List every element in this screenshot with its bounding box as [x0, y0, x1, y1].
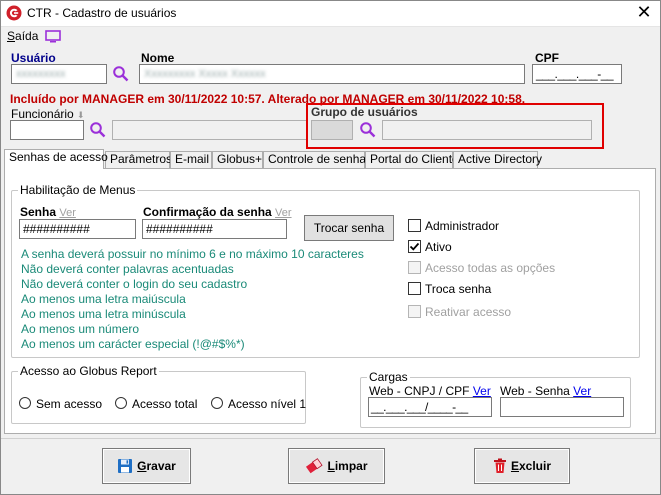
grupo-description-field [382, 120, 592, 140]
web-senha-ver-link[interactable]: Ver [573, 384, 591, 398]
acesso-todas-opcoes-label: Acesso todas as opções [425, 261, 556, 275]
window-title: CTR - Cadastro de usuários [27, 6, 177, 20]
trash-icon [493, 458, 506, 473]
cnpj-ver-link[interactable]: Ver [473, 384, 491, 398]
ativo-checkbox[interactable] [408, 240, 421, 253]
sem-acesso-label: Sem acesso [36, 397, 103, 411]
confirmacao-label: Confirmação da senha [143, 205, 272, 219]
senha-label-row: Senha Ver [20, 205, 76, 219]
nome-value: Xxxxxxxxx Xxxxx Xxxxxx [144, 68, 266, 80]
close-window-button[interactable]: ✕ [630, 1, 658, 25]
funcionario-label-text: Funcionário [11, 107, 74, 121]
senha-field[interactable]: ########## [19, 219, 136, 239]
eraser-icon [306, 458, 324, 474]
limpar-rest: impar [334, 459, 368, 473]
web-senha-label: Web - Senha [500, 384, 570, 398]
menu-saida-mnemonic: S [7, 29, 16, 43]
administrador-label: Administrador [425, 219, 500, 233]
requirement-item: Não deverá conter palavras acentuadas [21, 262, 234, 276]
senha-ver-link[interactable]: Ver [59, 207, 76, 219]
troca-senha-checkbox[interactable] [408, 282, 421, 295]
habilitacao-menus-title: Habilitação de Menus [18, 183, 138, 197]
requirement-item: A senha deverá possuir no mínimo 6 e no … [21, 247, 364, 261]
confirmacao-label-row: Confirmação da senha Ver [143, 205, 292, 219]
requirement-item: Não deverá conter o login do seu cadastr… [21, 277, 248, 291]
grupo-search-icon[interactable] [359, 121, 377, 139]
reativar-acesso-checkbox[interactable] [408, 305, 421, 318]
grupo-label: Grupo de usuários [311, 105, 418, 119]
check-icon [409, 242, 420, 251]
ativo-label: Ativo [425, 240, 452, 254]
sort-down-icon: ⬇ [77, 110, 85, 120]
nome-field[interactable]: Xxxxxxxxx Xxxxx Xxxxxx [139, 64, 525, 84]
usuario-value: xxxxxxxxx [16, 68, 66, 80]
funcionario-field[interactable] [10, 120, 84, 140]
sem-acesso-radio[interactable] [19, 397, 31, 409]
administrador-checkbox[interactable] [408, 219, 421, 232]
title-bar: CTR - Cadastro de usuários ✕ [0, 0, 661, 27]
gravar-button[interactable]: Gravar [102, 448, 191, 484]
grupo-code-field[interactable] [311, 120, 353, 140]
tab-senhas-de-acesso[interactable]: Senhas de acesso [4, 149, 108, 169]
tab-controle-de-senhas[interactable]: Controle de senhas [263, 151, 372, 168]
funcionario-search-icon[interactable] [89, 121, 107, 139]
usuario-label: Usuário [11, 51, 56, 65]
nome-label: Nome [141, 51, 175, 65]
tab-globus-plus[interactable]: Globus+ [212, 151, 263, 168]
monitor-icon[interactable] [45, 30, 61, 43]
globus-report-title: Acesso ao Globus Report [18, 364, 159, 378]
senha-label: Senha [20, 205, 57, 219]
acesso-nivel-1-label: Acesso nível 1 [228, 397, 307, 411]
confirmacao-field[interactable]: ########## [142, 219, 287, 239]
tab-parametros[interactable]: Parâmetros [105, 151, 172, 168]
troca-senha-label: Troca senha [425, 282, 492, 296]
cpf-field[interactable]: ___.___.___-__ [532, 64, 622, 84]
web-senha-field[interactable] [500, 397, 624, 417]
limpar-label: Limpar [327, 459, 367, 473]
excluir-label: Excluir [511, 459, 551, 473]
requirement-item: Ao menos uma letra minúscula [21, 307, 186, 321]
acesso-total-label: Acesso total [132, 397, 198, 411]
funcionario-description-field [112, 120, 308, 140]
cnpj-label: Web - CNPJ / CPF [369, 384, 470, 398]
reativar-acesso-label: Reativar acesso [425, 305, 512, 319]
gravar-label: Gravar [137, 459, 176, 473]
trocar-senha-button[interactable]: Trocar senha [304, 215, 394, 241]
excluir-mnemonic: E [510, 459, 519, 473]
requirement-item: Ao menos um número [21, 322, 140, 336]
cargas-title: Cargas [367, 370, 410, 384]
floppy-disk-icon [118, 459, 133, 473]
requirement-item: Ao menos uma letra maiúscula [21, 292, 186, 306]
app-logo-icon [6, 5, 22, 21]
limpar-button[interactable]: Limpar [288, 448, 385, 484]
usuario-field[interactable]: xxxxxxxxx [11, 64, 107, 84]
cnpj-field[interactable]: __.___.___/____-__ [368, 397, 492, 417]
cpf-label: CPF [535, 51, 559, 65]
cnpj-label-row: Web - CNPJ / CPF Ver [369, 384, 491, 398]
tab-active-directory[interactable]: Active Directory [453, 151, 542, 168]
web-senha-label-row: Web - Senha Ver [500, 384, 591, 398]
excluir-button[interactable]: Excluir [474, 448, 570, 484]
requirement-item: Ao menos um carácter especial (!@#$%*) [21, 337, 245, 351]
confirmacao-ver-link[interactable]: Ver [275, 207, 292, 219]
acesso-nivel-1-radio[interactable] [211, 397, 223, 409]
usuario-search-icon[interactable] [112, 65, 130, 83]
acesso-total-radio[interactable] [115, 397, 127, 409]
excluir-rest: xcluir [519, 459, 552, 473]
funcionario-label: Funcionário ⬇ [11, 107, 85, 121]
tab-email[interactable]: E-mail [170, 151, 212, 168]
acesso-todas-opcoes-checkbox[interactable] [408, 261, 421, 274]
footer-separator [0, 438, 661, 439]
menu-saida[interactable]: Saída [7, 29, 38, 43]
limpar-mnemonic: L [327, 459, 335, 473]
menu-saida-rest: aída [15, 29, 39, 43]
tab-portal-do-cliente[interactable]: Portal do Cliente [365, 151, 459, 168]
gravar-rest: ravar [146, 459, 176, 473]
